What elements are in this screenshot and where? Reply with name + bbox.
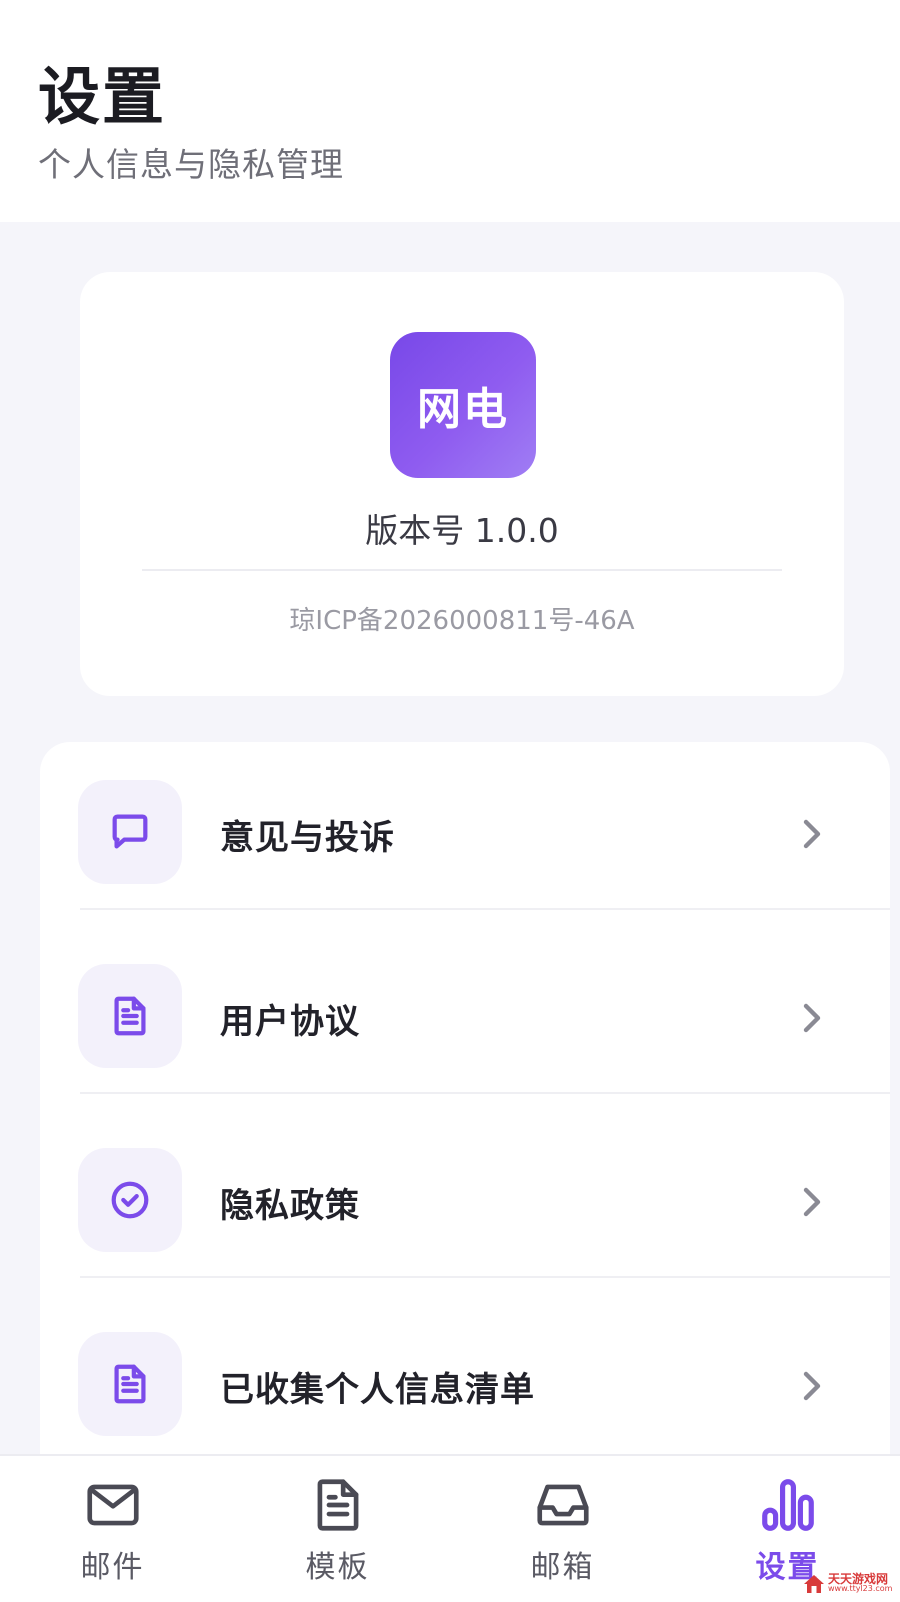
menu-item-label: 隐私政策 (220, 1186, 360, 1226)
menu-item-label: 已收集个人信息清单 (220, 1370, 535, 1410)
menu-divider (80, 1276, 890, 1278)
bar-chart-icon (762, 1479, 814, 1531)
menu-icon-box (78, 1148, 182, 1252)
mail-icon (87, 1484, 139, 1526)
icp-license-text: 琼ICP备2026000811号-46A (289, 606, 635, 636)
menu-item-user-agreement[interactable]: 用户协议 (40, 926, 890, 1114)
house-logo-icon (804, 1575, 824, 1593)
version-text: 版本号 1.0.0 (365, 511, 559, 550)
menu-icon-box (78, 964, 182, 1068)
chat-bubble-icon (112, 814, 148, 849)
document-icon (317, 1479, 359, 1531)
chevron-right-icon (803, 1371, 821, 1401)
page-title: 设置 (38, 60, 167, 133)
page-subtitle: 个人信息与隐私管理 (38, 145, 344, 184)
menu-item-privacy-policy[interactable]: 隐私政策 (40, 1110, 890, 1298)
watermark-url: www.ttyl23.com (828, 1584, 893, 1593)
inbox-icon (537, 1484, 589, 1526)
nav-label: 邮箱 (530, 1550, 595, 1585)
menu-divider (80, 1092, 890, 1094)
app-info-card: 网电 版本号 1.0.0 琼ICP备2026000811号-46A (80, 272, 844, 696)
bottom-nav: 邮件 模板 邮箱 设置 (0, 1454, 900, 1602)
app-logo-text: 网电 (417, 384, 509, 435)
app-logo: 网电 (390, 332, 536, 478)
menu-item-label: 用户协议 (220, 1002, 360, 1042)
page-header: 设置 个人信息与隐私管理 (0, 0, 900, 222)
menu-icon-box (78, 1332, 182, 1436)
nav-tab-templates[interactable]: 模板 (225, 1456, 450, 1602)
nav-tab-mailbox[interactable]: 邮箱 (450, 1456, 675, 1602)
nav-label: 模板 (305, 1550, 370, 1585)
document-icon (114, 1364, 146, 1404)
settings-menu: 意见与投诉 用户协议 隐私政策 已收集个人信息清单 (40, 742, 890, 1482)
card-divider (142, 569, 782, 571)
watermark: 天天游戏网 www.ttyl23.com (802, 1570, 898, 1598)
chevron-right-icon (803, 819, 821, 849)
chevron-right-icon (803, 1003, 821, 1033)
menu-icon-box (78, 780, 182, 884)
nav-tab-mail[interactable]: 邮件 (0, 1456, 225, 1602)
document-icon (114, 996, 146, 1036)
menu-item-feedback[interactable]: 意见与投诉 (40, 742, 890, 930)
check-circle-icon (111, 1181, 149, 1219)
menu-divider (80, 908, 890, 910)
chevron-right-icon (803, 1187, 821, 1217)
menu-item-label: 意见与投诉 (220, 818, 395, 858)
nav-label: 邮件 (80, 1550, 145, 1585)
